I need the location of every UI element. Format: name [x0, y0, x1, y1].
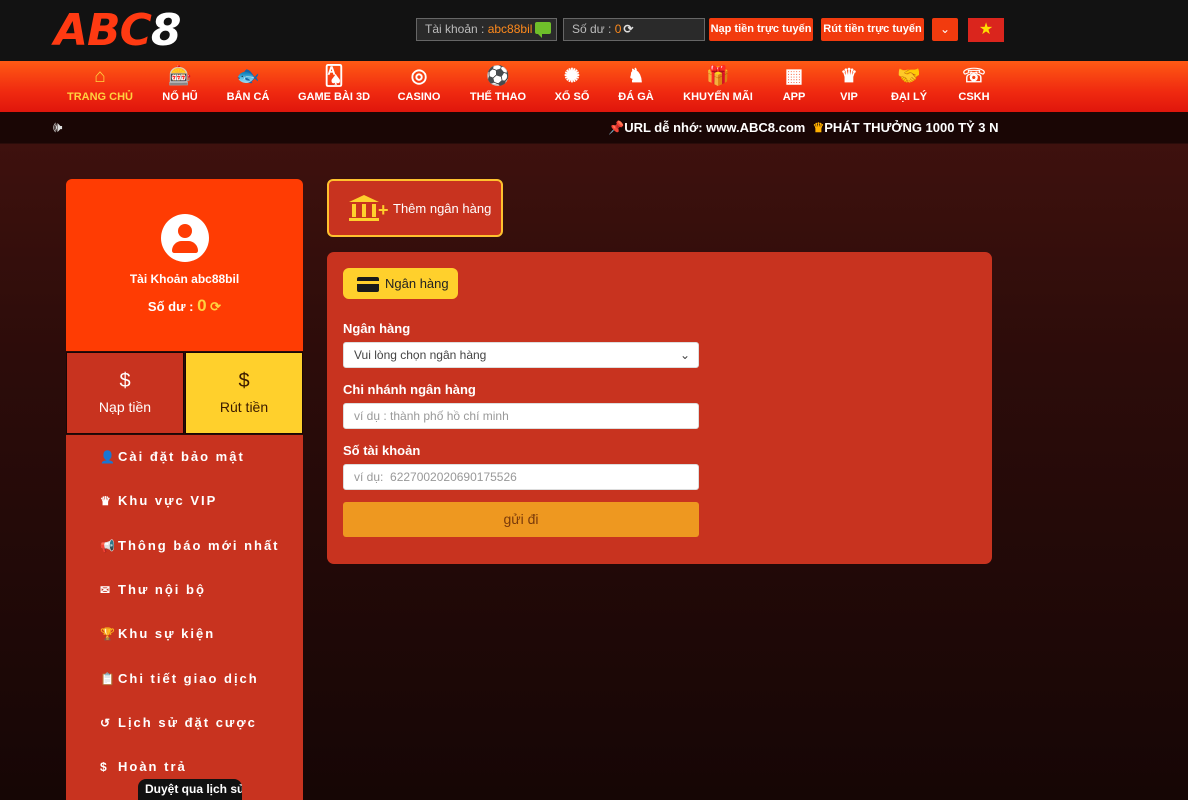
- announcement-promo: PHÁT THƯỞNG 1000 TỶ 3 NGÀ: [824, 120, 998, 135]
- add-bank-button[interactable]: + Thêm ngân hàng: [327, 179, 503, 237]
- rooster-icon: ♞: [627, 66, 645, 87]
- menu-transactions[interactable]: 📋 Chi tiết giao dịch: [100, 671, 259, 686]
- trophy-icon: 🏆: [100, 627, 115, 641]
- menu-inbox[interactable]: ✉ Thư nội bộ: [100, 582, 206, 597]
- card-icon: [357, 277, 379, 292]
- logo-text: ABC: [54, 5, 152, 56]
- crown-icon: ♛: [840, 66, 858, 87]
- refresh-icon[interactable]: ⟳: [210, 299, 221, 314]
- nav-app[interactable]: ▦ APP: [776, 61, 812, 112]
- nav-fishing[interactable]: 🐟 BẮN CÁ: [222, 61, 274, 112]
- tab-bank[interactable]: Ngân hàng: [343, 268, 458, 299]
- main-nav: ⌂ TRANG CHỦ 🎰 NỔ HŨ 🐟 BẮN CÁ 🂡 GAME BÀI 3D ◎…: [0, 61, 1188, 112]
- crown-small-icon: ♛: [812, 120, 825, 135]
- account-label: Tài khoản :: [425, 22, 488, 36]
- football-icon: ⚽: [486, 66, 510, 87]
- deposit-online-button[interactable]: Nạp tiền trực tuyến: [709, 18, 813, 41]
- branch-input[interactable]: [343, 403, 699, 429]
- app-grid-icon: ▦: [785, 66, 803, 87]
- chevron-down-icon: ⌄: [679, 348, 690, 362]
- slot-machine-icon: 🎰: [168, 66, 192, 87]
- branch-label: Chi nhánh ngân hàng: [343, 382, 476, 397]
- menu-notifications[interactable]: 📢 Thông báo mới nhất: [100, 538, 280, 553]
- clipboard-icon: 📋: [100, 672, 115, 686]
- menu-vip-area[interactable]: ♛ Khu vực VIP: [100, 493, 217, 508]
- announcement-url: URL dễ nhớ: www.ABC8.com: [624, 120, 806, 135]
- logo-number: 8: [150, 5, 182, 56]
- announcement-bar: 🕪 📌URL dễ nhớ: www.ABC8.com ♛PHÁT THƯỞNG…: [0, 112, 1188, 144]
- balance-display: Số dư : 0 ⟳: [563, 18, 705, 41]
- nav-vip[interactable]: ♛ VIP: [832, 61, 866, 112]
- message-icon[interactable]: [535, 22, 552, 38]
- bank-select[interactable]: Vui lòng chọn ngân hàng ⌄: [343, 342, 699, 368]
- profile-account: Tài Khoản abc88bil: [129, 272, 240, 286]
- fish-icon: 🐟: [236, 66, 260, 87]
- menu-bet-history[interactable]: ↺ Lịch sử đặt cược: [100, 715, 257, 730]
- withdraw-online-button[interactable]: Rút tiền trực tuyến: [821, 18, 924, 41]
- bank-add-icon: +: [349, 195, 389, 221]
- chip-icon: ◎: [410, 66, 428, 87]
- profile-card: Tài Khoản abc88bil Số dư : 0 ⟳: [66, 179, 303, 351]
- avatar: [161, 214, 209, 262]
- nav-home[interactable]: ⌂ TRANG CHỦ: [66, 61, 134, 112]
- nav-casino[interactable]: ◎ CASINO: [393, 61, 445, 112]
- coin-icon: $: [100, 760, 107, 774]
- lottery-icon: ✺: [564, 66, 580, 87]
- submit-button[interactable]: gửi đi: [343, 502, 699, 537]
- speaker-icon: 🕪: [53, 119, 63, 136]
- withdraw-button[interactable]: $ Rút tiền: [185, 352, 303, 434]
- menu-events[interactable]: 🏆 Khu sự kiện: [100, 626, 215, 641]
- nav-sports[interactable]: ⚽ THỂ THAO: [467, 61, 529, 112]
- gift-icon: 🎁: [706, 66, 730, 87]
- nav-promotions[interactable]: 🎁 KHUYẾN MÃI: [681, 61, 755, 112]
- balance-label: Số dư :: [572, 22, 615, 36]
- menu-security-settings[interactable]: 👤 Cài đặt bảo mật: [100, 449, 245, 464]
- announcement-text: 📌URL dễ nhớ: www.ABC8.com ♛PHÁT THƯỞNG 1…: [608, 120, 998, 136]
- nav-slots[interactable]: 🎰 NỔ HŨ: [155, 61, 205, 112]
- tooltip: Duyệt qua lịch sử đặt cược: [138, 779, 242, 800]
- nav-card-games[interactable]: 🂡 GAME BÀI 3D: [295, 61, 373, 112]
- menu-rebate[interactable]: $ Hoàn trả: [100, 759, 187, 774]
- handshake-icon: 🤝: [897, 66, 921, 87]
- megaphone-icon: 📢: [100, 539, 115, 553]
- bank-label: Ngân hàng: [343, 321, 411, 336]
- account-number-label: Số tài khoản: [343, 443, 421, 458]
- vip-crown-icon: ♛: [100, 494, 111, 508]
- home-icon: ⌂: [94, 66, 106, 87]
- nav-cockfight[interactable]: ♞ ĐÁ GÀ: [613, 61, 659, 112]
- account-display: Tài khoản : abc88bil: [416, 18, 557, 41]
- cards-icon: 🂡: [324, 66, 344, 87]
- nav-lottery[interactable]: ✺ XỔ SỐ: [549, 61, 595, 112]
- account-value: abc88bil: [487, 22, 533, 36]
- pin-icon: 📌: [608, 120, 625, 135]
- deposit-icon: $: [119, 370, 131, 392]
- support-icon: ☏: [962, 66, 986, 87]
- deposit-button[interactable]: $ Nạp tiền: [66, 352, 184, 434]
- chevron-down-icon[interactable]: ⌄: [932, 18, 958, 41]
- logo[interactable]: ABC8: [54, 5, 182, 56]
- withdraw-icon: $: [238, 370, 250, 392]
- bank-form-panel: Ngân hàng Ngân hàng Vui lòng chọn ngân h…: [327, 252, 992, 564]
- refresh-icon[interactable]: ⟳: [623, 22, 633, 36]
- history-icon: ↺: [100, 716, 111, 730]
- sidebar-menu: 👤 Cài đặt bảo mật ♛ Khu vực VIP 📢 Thông báo…: [66, 435, 303, 800]
- vietnam-flag-icon[interactable]: ★: [968, 18, 1004, 42]
- user-lock-icon: 👤: [100, 450, 115, 464]
- profile-balance: Số dư : 0 ⟳: [147, 296, 222, 315]
- top-bar: ABC8 Tài khoản : abc88bil Số dư : 0 ⟳ Nạp…: [0, 0, 1188, 61]
- nav-support[interactable]: ☏ CSKH: [953, 61, 995, 112]
- envelope-icon: ✉: [100, 583, 111, 597]
- account-number-input[interactable]: [343, 464, 699, 490]
- balance-value: 0: [614, 22, 622, 36]
- add-bank-label: Thêm ngân hàng: [393, 201, 492, 216]
- nav-agent[interactable]: 🤝 ĐẠI LÝ: [886, 61, 932, 112]
